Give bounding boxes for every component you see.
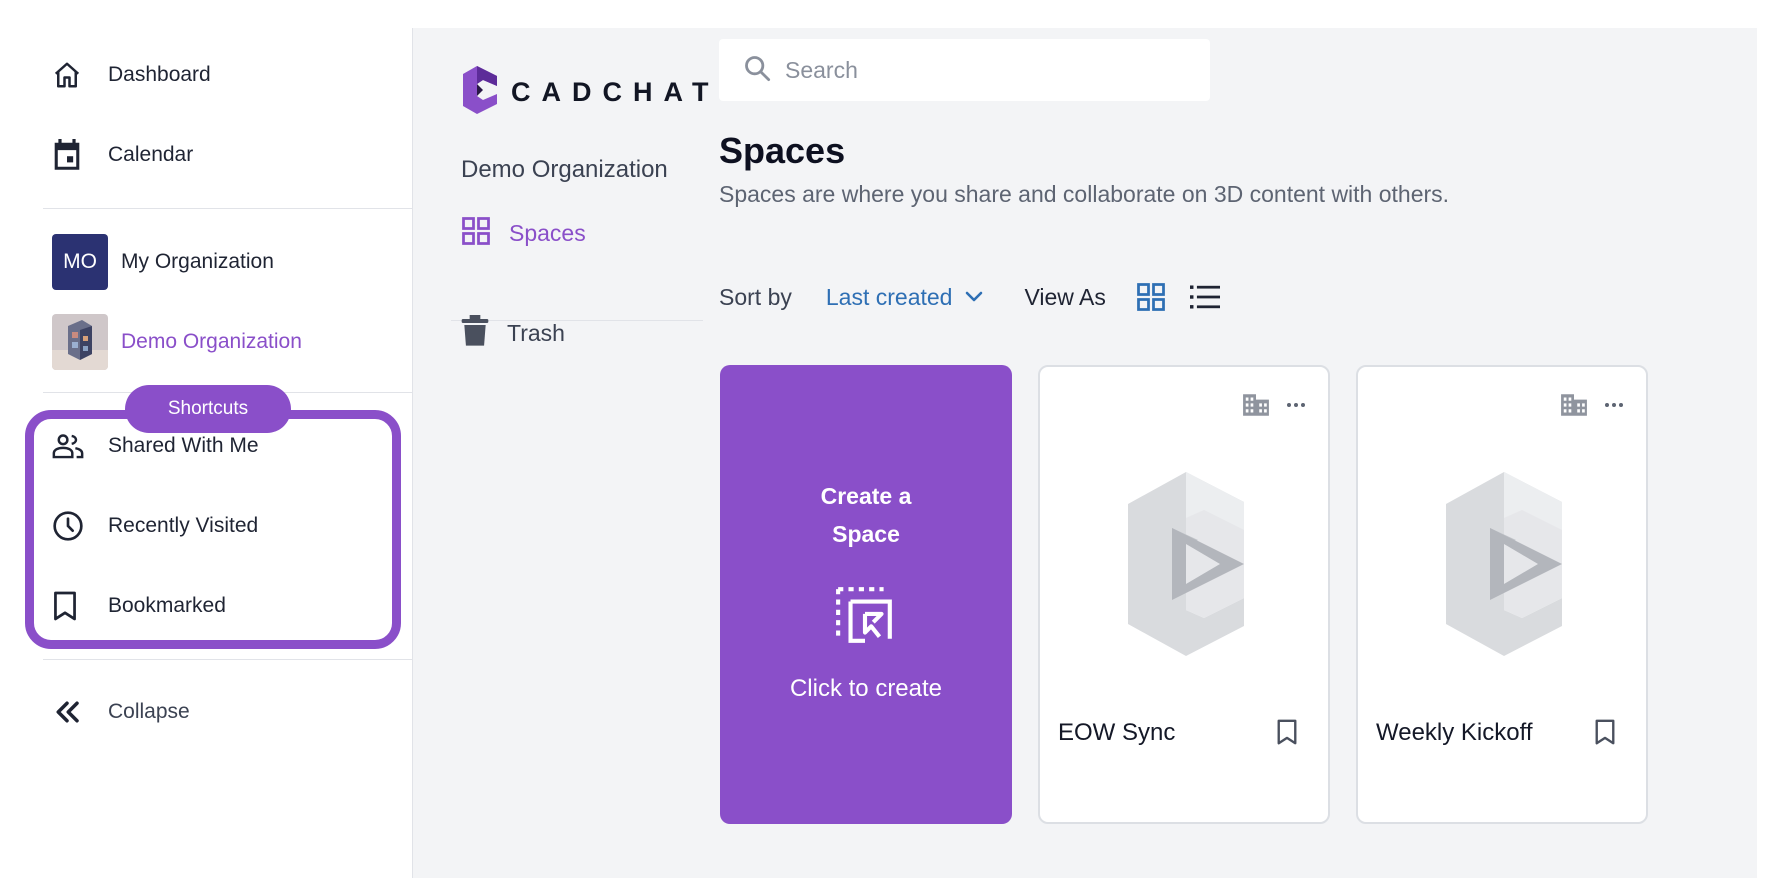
collapse-button[interactable]: Collapse	[52, 682, 372, 742]
page-subtitle: Spaces are where you share and collabora…	[719, 181, 1450, 207]
organization-icon	[1242, 393, 1270, 417]
sidebar: Dashboard Calendar MO My Organization De…	[0, 0, 412, 878]
chevron-down-icon	[964, 290, 984, 304]
organization-title: Demo Organization	[461, 156, 668, 183]
sidebar-item-demo-organization[interactable]: Demo Organization	[52, 312, 372, 372]
sidebar-item-label: My Organization	[121, 250, 274, 273]
space-thumbnail-logo-icon	[1128, 472, 1244, 661]
card-actions	[1242, 393, 1306, 417]
sidebar-item-label: Bookmarked	[108, 594, 226, 617]
search-box[interactable]	[719, 39, 1210, 101]
clock-icon	[52, 510, 108, 542]
sidebar-item-label: Shared With Me	[108, 434, 259, 457]
main-area: CADCHAT Demo Organization Spaces Trash S…	[412, 28, 1757, 878]
sort-select[interactable]: Last created	[826, 284, 985, 311]
sidebar-item-my-organization[interactable]: MO My Organization	[52, 232, 372, 292]
sidebar-item-label: Demo Organization	[121, 330, 302, 353]
view-as-label: View As	[1024, 283, 1106, 310]
create-title-line: Create a	[820, 483, 912, 509]
spaces-grid: Create a Space Click to create EOW Sync …	[720, 365, 1648, 824]
space-card[interactable]: EOW Sync	[1038, 365, 1330, 824]
sidebar-item-recently-visited[interactable]: Recently Visited	[52, 496, 372, 556]
sort-by-label: Sort by	[719, 283, 792, 310]
sort-select-value: Last created	[825, 283, 953, 310]
bookmark-icon[interactable]	[1594, 719, 1616, 750]
search-input[interactable]	[785, 56, 1205, 84]
logo-text: CADCHAT	[511, 77, 720, 107]
collapse-label: Collapse	[108, 700, 190, 723]
list-icon	[1189, 284, 1220, 310]
create-space-card[interactable]: Create a Space Click to create	[720, 365, 1012, 824]
subnav-item-label: Spaces	[509, 219, 586, 246]
sidebar-item-label: Dashboard	[108, 63, 211, 86]
sidebar-item-label: Recently Visited	[108, 514, 259, 537]
double-chevron-left-icon	[52, 699, 108, 725]
calendar-icon	[52, 139, 108, 171]
more-options-icon[interactable]	[1286, 402, 1306, 408]
create-space-subtitle: Click to create	[789, 675, 943, 702]
avatar: MO	[52, 234, 108, 290]
grid-icon	[1136, 282, 1166, 312]
space-card[interactable]: Weekly Kickoff	[1356, 365, 1648, 824]
divider	[43, 208, 412, 209]
home-icon	[52, 60, 108, 90]
page-title: Spaces	[719, 130, 846, 171]
sidebar-item-calendar[interactable]: Calendar	[52, 125, 372, 185]
subnav-item-label: Trash	[507, 319, 565, 346]
select-pointer-icon	[834, 585, 896, 652]
app-logo[interactable]: CADCHAT	[463, 66, 719, 119]
sidebar-item-shared-with-me[interactable]: Shared With Me	[52, 416, 372, 476]
toolbar: Sort by Last created View As	[719, 272, 1222, 322]
sidebar-item-bookmarked[interactable]: Bookmarked	[52, 576, 372, 636]
sidebar-item-dashboard[interactable]: Dashboard	[52, 45, 372, 105]
list-view-button[interactable]	[1188, 280, 1222, 314]
subnav-item-trash[interactable]: Trash	[461, 308, 565, 358]
create-space-title: Create a Space	[720, 477, 1012, 553]
search-icon	[743, 54, 771, 87]
subnav-item-spaces[interactable]: Spaces	[461, 208, 586, 258]
bookmark-icon[interactable]	[1276, 719, 1298, 750]
space-name: Weekly Kickoff	[1376, 719, 1533, 746]
organization-avatar-image	[52, 314, 108, 370]
space-name: EOW Sync	[1058, 719, 1176, 746]
trash-icon	[461, 314, 489, 352]
more-options-icon[interactable]	[1604, 402, 1624, 408]
card-actions	[1560, 393, 1624, 417]
sidebar-item-label: Calendar	[108, 143, 194, 166]
space-thumbnail-logo-icon	[1446, 472, 1562, 661]
people-icon	[52, 433, 108, 459]
organization-icon	[1560, 393, 1588, 417]
grid-view-button[interactable]	[1134, 280, 1168, 314]
grid-icon	[461, 216, 491, 251]
bookmark-icon	[52, 591, 108, 621]
cadchat-logo-icon	[463, 66, 497, 119]
create-title-line: Space	[832, 521, 900, 547]
divider	[43, 659, 412, 660]
